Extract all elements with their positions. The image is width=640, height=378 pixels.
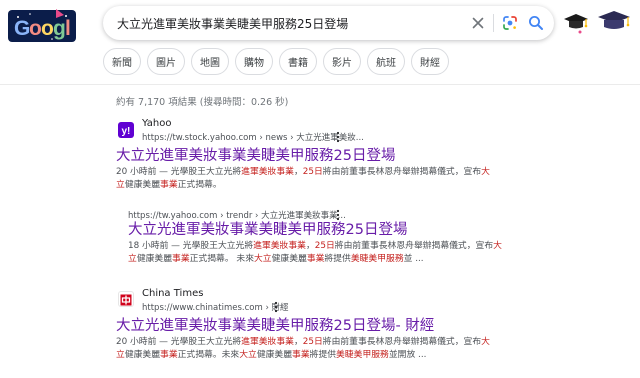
graduation-caps-icon <box>564 11 630 34</box>
svg-text:o: o <box>29 17 42 40</box>
tab-news[interactable]: 新聞 <box>103 48 141 75</box>
result-stats: 約有 7,170 項結果 (搜尋時間：0.26 秒) <box>116 97 289 108</box>
more-vert-icon[interactable] <box>334 209 342 221</box>
tab-finance[interactable]: 財經 <box>411 48 449 75</box>
tab-flights[interactable]: 航班 <box>367 48 405 75</box>
tab-books[interactable]: 書籍 <box>279 48 317 75</box>
result-snippet: 18 小時前 — 光學股王大立光將進軍美妝事業，25日將由前董事長林恩舟舉辦揭幕… <box>128 241 502 264</box>
more-vert-icon[interactable] <box>272 301 280 313</box>
result-title-link[interactable]: 大立光進軍美妝事業美睫美甲服務25日登場 <box>116 148 395 165</box>
tab-maps[interactable]: 地圖 <box>191 48 229 75</box>
tab-videos[interactable]: 影片 <box>323 48 361 75</box>
yahoo-favicon-icon[interactable]: y! <box>118 122 134 138</box>
result-snippet: 20 小時前 — 光學股王大立光將進軍美妝事業，25日將由前董事長林恩舟舉辦揭幕… <box>116 167 490 190</box>
svg-text:y!: y! <box>122 126 131 137</box>
tab-images[interactable]: 圖片 <box>147 48 185 75</box>
more-vert-icon[interactable] <box>334 131 342 143</box>
search-input[interactable]: 大立光進軍美妝事業美睫美甲服務25日登場 <box>117 15 348 32</box>
svg-text:g: g <box>53 17 66 40</box>
search-icon[interactable] <box>527 14 545 32</box>
result-url[interactable]: https://tw.yahoo.com › trendr › 大立光進軍美妝事… <box>128 209 346 221</box>
google-lens-icon[interactable] <box>501 14 519 32</box>
search-box[interactable]: 大立光進軍美妝事業美睫美甲服務25日登場 <box>103 6 554 40</box>
result-snippet: 20 小時前 — 光學股王大立光將進軍美妝事業，25日將由前董事長林恩舟舉辦揭幕… <box>116 337 490 360</box>
tab-shopping[interactable]: 購物 <box>235 48 273 75</box>
svg-text:G: G <box>14 17 30 40</box>
doodle-decoration[interactable] <box>562 10 632 36</box>
result-title-link[interactable]: 大立光進軍美妝事業美睫美甲服務25日登場 <box>128 222 407 239</box>
header-divider <box>0 84 640 85</box>
svg-text:l: l <box>65 17 71 40</box>
google-logo[interactable]: G o o g l <box>8 6 78 44</box>
result-title-link[interactable]: 大立光進軍美妝事業美睫美甲服務25日登場- 財經 <box>116 318 434 335</box>
svg-text:o: o <box>41 17 54 40</box>
chinatimes-favicon-icon[interactable] <box>118 291 134 307</box>
result-url[interactable]: https://www.chinatimes.com › 財經 <box>142 301 289 313</box>
result-url[interactable]: https://tw.stock.yahoo.com › news › 大立光進… <box>142 131 364 143</box>
google-doodle-logo-icon: G o o g l <box>8 9 76 42</box>
search-divider <box>493 14 494 32</box>
result-site-name[interactable]: Yahoo <box>142 118 171 129</box>
result-site-name[interactable]: China Times <box>142 288 203 299</box>
close-icon[interactable] <box>470 15 486 31</box>
